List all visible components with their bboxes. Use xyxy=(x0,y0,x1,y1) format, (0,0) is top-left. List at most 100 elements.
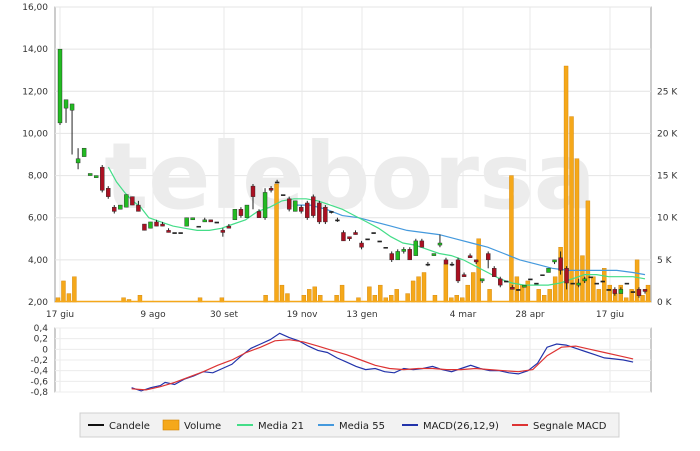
volume-bar xyxy=(339,284,345,303)
volume-tick-label: 15 K xyxy=(657,172,678,182)
candle-body xyxy=(232,209,238,221)
candle-body xyxy=(552,259,557,263)
date-tick-label: 30 set xyxy=(210,310,239,320)
candle-body xyxy=(160,223,165,227)
volume-bar xyxy=(66,293,72,303)
candle-body xyxy=(148,221,153,229)
volume-tick-label: 0 K xyxy=(657,298,673,308)
candle-body xyxy=(293,200,298,212)
candle-body xyxy=(142,223,147,231)
volume-bar xyxy=(416,276,421,303)
volume-bar xyxy=(405,293,410,303)
candle-body xyxy=(190,217,195,221)
macd-y-axis: 0,40,20-0,2-0,4-0,6-0,8 xyxy=(30,324,48,398)
volume-bar xyxy=(520,284,525,303)
candle-body xyxy=(178,232,183,234)
candle-body xyxy=(419,240,425,248)
candle-body xyxy=(377,240,382,243)
volume-tick-label: 10 K xyxy=(657,214,678,224)
volume-tick-label: 25 K xyxy=(657,87,678,97)
candle-body xyxy=(202,219,207,223)
price-tick-label: 2,00 xyxy=(28,298,48,308)
legend-label: Volume xyxy=(184,421,221,432)
candle-body xyxy=(136,204,141,212)
volume-bar xyxy=(410,280,416,303)
candle-body xyxy=(540,274,545,277)
candle-body xyxy=(238,209,244,216)
legend-label: MACD(26,12,9) xyxy=(423,421,499,432)
candle-body xyxy=(612,289,618,294)
candle-body xyxy=(534,282,539,285)
price-x-axis: 17 giu 9 ago 30 set 19 nov 13 gen 4 mar 28 apr… xyxy=(46,310,624,320)
candle-body xyxy=(335,219,340,222)
volume-bar xyxy=(476,238,481,303)
candle-body xyxy=(594,282,599,285)
candle-body xyxy=(311,196,316,216)
candle-body xyxy=(624,282,630,285)
candle-body xyxy=(449,263,455,266)
volume-bar xyxy=(602,268,607,303)
candle-body xyxy=(564,268,569,284)
candle-body xyxy=(413,240,419,256)
volume-tick-label: 20 K xyxy=(657,129,678,139)
candle-body xyxy=(220,230,226,233)
date-tick-label: 13 gen xyxy=(346,310,377,320)
candle-body xyxy=(166,230,171,233)
candle-body xyxy=(642,289,648,292)
volume-bar xyxy=(307,289,312,303)
volume-bar xyxy=(285,293,290,303)
candle-body xyxy=(546,268,551,273)
volume-bar xyxy=(525,280,531,303)
candle-body xyxy=(576,282,581,286)
candle-body xyxy=(57,48,63,124)
candle-body xyxy=(582,278,587,282)
volume-bar xyxy=(552,276,558,303)
volume-bar xyxy=(470,272,476,303)
volume-bar xyxy=(61,280,66,303)
volume-bar xyxy=(421,272,427,303)
candle-body xyxy=(250,185,256,197)
legend-swatch xyxy=(162,419,180,431)
candle-body xyxy=(630,291,636,293)
volume-bar xyxy=(536,289,541,303)
candle-body xyxy=(425,263,431,266)
candle-body xyxy=(226,225,232,229)
volume-bar xyxy=(607,284,612,303)
candle-body xyxy=(130,196,135,206)
volume-bar xyxy=(596,289,602,303)
candle-body xyxy=(401,249,406,252)
candle-body xyxy=(618,289,624,294)
candle-body xyxy=(286,198,292,210)
date-tick-label: 17 giu xyxy=(46,310,74,320)
volume-bar xyxy=(443,263,449,303)
price-tick-label: 8,00 xyxy=(28,172,48,182)
candle-body xyxy=(81,147,87,157)
candle-body xyxy=(347,236,352,239)
volume-tick-label: 5 K xyxy=(657,256,673,266)
candle-body xyxy=(600,280,605,283)
candle-body xyxy=(172,232,177,234)
candle-body xyxy=(588,276,593,279)
volume-bar xyxy=(312,286,317,303)
macd-tick-label: -0,8 xyxy=(30,388,48,398)
volume-y-axis: 0 K 5 K 10 K 15 K 20 K 25 K xyxy=(657,87,678,308)
candle-body xyxy=(208,219,213,223)
volume-bar xyxy=(645,284,651,303)
date-tick-label: 17 giu xyxy=(596,310,624,320)
candle-body xyxy=(395,251,400,261)
volume-bar xyxy=(394,289,399,303)
volume-bar xyxy=(72,276,77,303)
macd-tick-label: 0 xyxy=(42,345,48,355)
candle-body xyxy=(606,289,612,291)
candle-body xyxy=(244,204,250,218)
candle-body xyxy=(479,278,485,282)
candle-body xyxy=(93,175,99,178)
price-tick-label: 12,00 xyxy=(22,87,48,97)
candle-body xyxy=(305,202,310,218)
legend-item: Volume xyxy=(162,419,221,432)
candle-body xyxy=(504,280,509,283)
candle-body xyxy=(317,202,322,223)
macd-tick-label: -0,6 xyxy=(30,377,48,387)
candle-body xyxy=(455,259,461,282)
macd-tick-label: -0,4 xyxy=(30,367,48,377)
